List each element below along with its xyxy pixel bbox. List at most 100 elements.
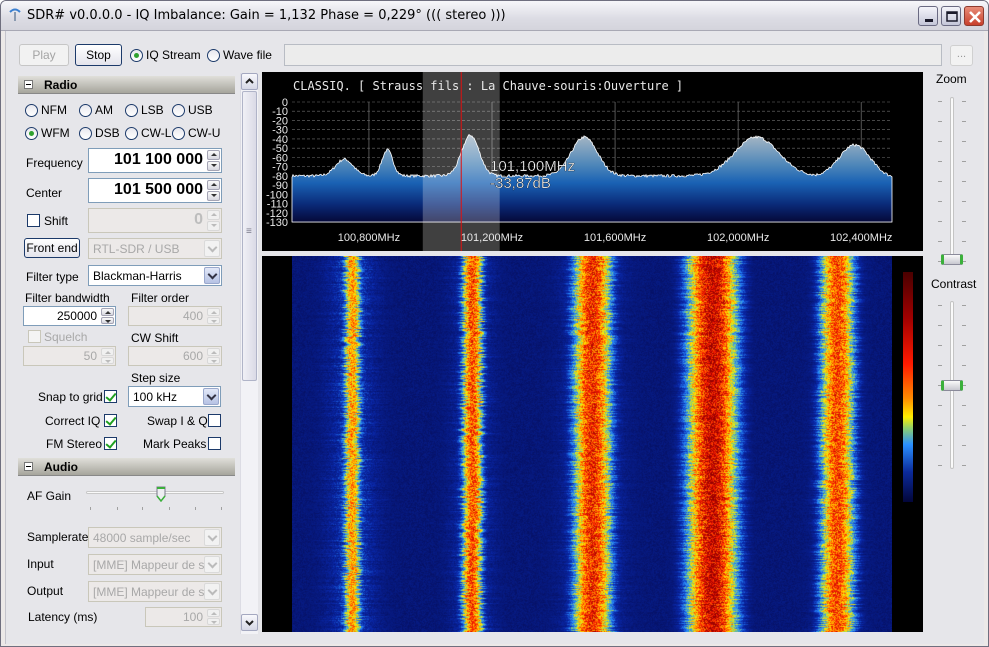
- swap-iq-checkbox[interactable]: [208, 414, 221, 427]
- left-panel-scrollbar[interactable]: [240, 73, 258, 634]
- waterfall-canvas[interactable]: [292, 256, 892, 632]
- fm-stereo-checkbox[interactable]: [104, 437, 117, 450]
- spin-down-icon[interactable]: [101, 316, 114, 324]
- mode-wfm[interactable]: WFM: [25, 126, 70, 140]
- audio-section-header[interactable]: Audio: [18, 458, 235, 476]
- mode-lsb[interactable]: LSB: [125, 103, 164, 117]
- maximize-button[interactable]: [941, 6, 961, 26]
- spin-down-icon[interactable]: [101, 356, 114, 364]
- collapse-icon[interactable]: [24, 80, 33, 89]
- fm-stereo-label: FM Stereo: [46, 437, 103, 451]
- mode-nfm[interactable]: NFM: [25, 103, 67, 117]
- squelch-checkbox[interactable]: [28, 330, 41, 343]
- cw-shift-spinner[interactable]: [207, 348, 220, 364]
- radio-label: Wave file: [223, 48, 272, 62]
- chevron-down-icon[interactable]: [204, 556, 220, 573]
- chevron-down-icon[interactable]: [203, 388, 219, 405]
- radio-iq-stream[interactable]: IQ Stream: [130, 48, 201, 62]
- stop-button[interactable]: Stop: [75, 44, 122, 66]
- spin-down-icon[interactable]: [207, 221, 220, 231]
- frequency-spinner[interactable]: [207, 150, 220, 171]
- radio-section-header[interactable]: Radio: [18, 76, 235, 94]
- slider-thumb[interactable]: [156, 486, 166, 503]
- collapse-icon[interactable]: [24, 462, 33, 471]
- spin-up-icon[interactable]: [101, 308, 114, 316]
- spectrum-plot[interactable]: CLASSIQ. [ Strauss fils : La Chauve-sour…: [262, 72, 923, 251]
- mode-usb[interactable]: USB: [172, 103, 213, 117]
- af-gain-slider[interactable]: [84, 486, 226, 517]
- browse-button[interactable]: ...: [950, 45, 973, 66]
- chevron-down-icon[interactable]: [204, 240, 220, 257]
- mode-cw-l[interactable]: CW-L: [125, 126, 171, 140]
- mark-peaks-checkbox[interactable]: [208, 437, 221, 450]
- latency-spinner[interactable]: [207, 609, 220, 625]
- af-gain-label: AF Gain: [27, 489, 72, 503]
- snap-to-grid-label: Snap to grid: [38, 390, 103, 404]
- chevron-down-icon[interactable]: [204, 529, 220, 546]
- spin-up-icon[interactable]: [207, 150, 220, 160]
- zoom-slider[interactable]: [936, 97, 970, 267]
- cursor-frequency-readout: 101,100MHz: [490, 158, 575, 175]
- center-input[interactable]: 101 500 000: [88, 178, 222, 203]
- audio-input-select[interactable]: [MME] Mappeur de son: [88, 554, 222, 575]
- squelch-input[interactable]: 50: [23, 346, 116, 366]
- radio-wave-file[interactable]: Wave file: [207, 48, 272, 62]
- play-button[interactable]: Play: [19, 44, 69, 66]
- scroll-thumb[interactable]: [242, 91, 257, 381]
- chevron-down-icon: [245, 620, 254, 626]
- scroll-up-button[interactable]: [241, 73, 258, 90]
- front-end-select[interactable]: RTL-SDR / USB: [88, 238, 222, 259]
- mode-dsb[interactable]: DSB: [79, 126, 120, 140]
- cw-shift-input[interactable]: 600: [128, 346, 222, 366]
- spin-down-icon[interactable]: [207, 191, 220, 201]
- shift-input[interactable]: 0: [88, 208, 222, 233]
- close-button[interactable]: [964, 6, 984, 26]
- slider-tick: [962, 425, 966, 426]
- shift-checkbox[interactable]: [27, 214, 40, 227]
- spin-up-icon[interactable]: [101, 348, 114, 356]
- filter-bandwidth-spinner[interactable]: [101, 308, 114, 324]
- spin-down-icon[interactable]: [207, 316, 220, 324]
- minimize-icon: [925, 19, 933, 22]
- audio-input-value: [MME] Mappeur de son: [93, 558, 218, 572]
- spin-down-icon[interactable]: [207, 356, 220, 364]
- shift-spinner[interactable]: [207, 210, 220, 231]
- filter-order-input[interactable]: 400: [128, 306, 222, 326]
- filter-type-select[interactable]: Blackman-Harris: [88, 265, 222, 286]
- contrast-slider[interactable]: [936, 301, 970, 471]
- slider-tick: [938, 141, 942, 142]
- audio-output-select[interactable]: [MME] Mappeur de son: [88, 581, 222, 602]
- filter-bandwidth-input[interactable]: 250000: [23, 306, 116, 326]
- spin-up-icon[interactable]: [207, 609, 220, 617]
- close-icon: [969, 11, 981, 23]
- slider-thumb[interactable]: [941, 379, 963, 391]
- slider-thumb[interactable]: [941, 254, 963, 265]
- center-spinner[interactable]: [207, 180, 220, 201]
- spin-up-icon[interactable]: [207, 210, 220, 220]
- chevron-down-icon[interactable]: [204, 583, 220, 600]
- mode-am[interactable]: AM: [79, 103, 113, 117]
- waterfall-display[interactable]: [262, 256, 923, 632]
- frequency-input[interactable]: 101 100 000: [88, 148, 222, 173]
- latency-input[interactable]: 100: [145, 607, 222, 627]
- spectrum-analyzer[interactable]: CLASSIQ. [ Strauss fils : La Chauve-sour…: [262, 72, 923, 251]
- spin-up-icon[interactable]: [207, 180, 220, 190]
- slider-tick: [962, 305, 966, 306]
- filter-order-spinner[interactable]: [207, 308, 220, 324]
- file-path-input[interactable]: [284, 44, 942, 66]
- spin-up-icon[interactable]: [207, 348, 220, 356]
- step-size-select[interactable]: 100 kHz: [128, 386, 221, 407]
- mode-cw-u[interactable]: CW-U: [172, 126, 220, 140]
- spin-down-icon[interactable]: [207, 617, 220, 625]
- squelch-spinner[interactable]: [101, 348, 114, 364]
- scroll-down-button[interactable]: [241, 614, 258, 631]
- chevron-down-icon[interactable]: [204, 267, 220, 284]
- correct-iq-checkbox[interactable]: [104, 414, 117, 427]
- front-end-button[interactable]: Front end: [24, 238, 80, 258]
- minimize-button[interactable]: [918, 6, 938, 26]
- snap-to-grid-checkbox[interactable]: [104, 390, 117, 403]
- zoom-label: Zoom: [936, 72, 967, 86]
- samplerate-select[interactable]: 48000 sample/sec: [88, 527, 222, 548]
- spin-up-icon[interactable]: [207, 308, 220, 316]
- spin-down-icon[interactable]: [207, 161, 220, 171]
